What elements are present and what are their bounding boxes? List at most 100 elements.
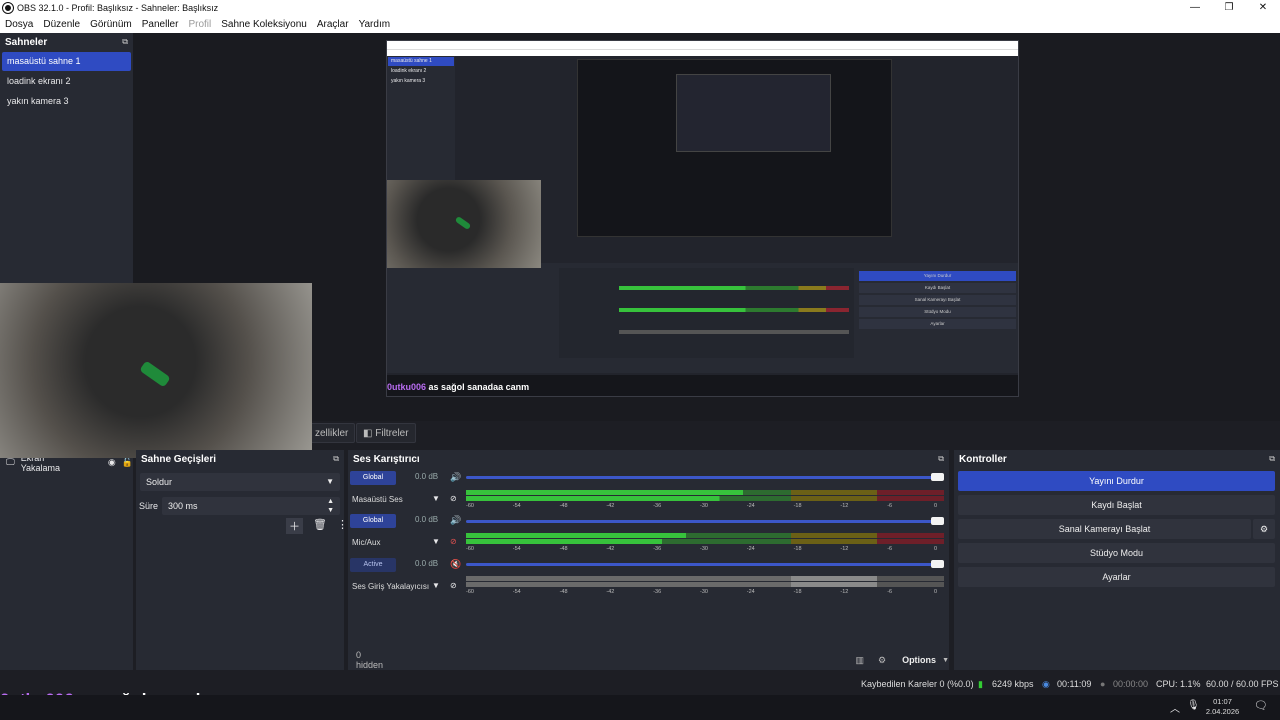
record-time: 00:00:00 [1113, 679, 1149, 689]
menu-sahne-koleksiyonu[interactable]: Sahne Koleksiyonu [221, 19, 307, 30]
visibility-eye-icon[interactable]: ◉ [108, 457, 116, 468]
meter-tick-label: -60 [466, 503, 474, 509]
add-transition-icon[interactable]: ＋ [286, 518, 303, 534]
menu-paneller[interactable]: Paneller [142, 19, 179, 30]
undock-icon[interactable]: ⧉ [938, 454, 944, 464]
mixer-db-3: 0.0 dB [415, 559, 439, 568]
tab-properties[interactable]: zellikler [308, 423, 356, 443]
meter-tick-label: -6 [887, 546, 893, 552]
menu-bar: Dosya Düzenle Görünüm Paneller Profil Sa… [0, 15, 1280, 33]
duration-spinbox[interactable]: 300 ms ▲ ▼ [162, 497, 340, 515]
mixer-db-2: 0.0 dB [415, 515, 439, 524]
start-virtual-camera-button[interactable]: Sanal Kamerayı Başlat [958, 519, 1251, 539]
lock-icon[interactable]: 🔓 [122, 457, 133, 468]
preview-chat-overlay: 0utku006 as sağol sanadaa canm [387, 382, 529, 392]
capture-nested-preview [577, 59, 892, 237]
volume-slider-1[interactable] [466, 476, 936, 479]
undock-icon[interactable]: ⧉ [333, 454, 339, 464]
chevron-down-icon[interactable]: ▼ [432, 494, 440, 503]
meter-tick-label: -60 [466, 546, 474, 552]
taskbar-date: 2.04.2026 [1205, 707, 1240, 716]
spin-arrows-icon[interactable]: ▲ ▼ [327, 497, 334, 515]
meter-tick-label: -30 [700, 546, 708, 552]
advanced-audio-icon[interactable]: ⚙ [878, 655, 886, 666]
monitor-off-icon[interactable]: ⊘ [450, 494, 457, 503]
volume-slider-3[interactable] [466, 563, 936, 566]
mixer-channel-name-1: Masaüstü Ses [352, 495, 403, 504]
capture-nested-mini [676, 74, 831, 152]
menu-duzenle[interactable]: Düzenle [43, 19, 80, 30]
transitions-title: Sahne Geçişleri [141, 453, 217, 465]
monitor-off-icon[interactable]: ⊘ [450, 581, 457, 590]
capture-meter-2 [619, 308, 849, 312]
maximize-button[interactable]: ❐ [1212, 0, 1246, 15]
transition-select[interactable]: Soldur ▼ [140, 473, 340, 491]
capture-meter-1 [619, 286, 849, 290]
mixer-badge-3[interactable]: Active [350, 558, 396, 572]
meter-scale-1: -60 -54 -48 -42 -36 -30 -24 -18 -12 -6 0 [466, 503, 944, 513]
scene-item-3[interactable]: yakın kamera 3 [2, 92, 131, 111]
chevron-down-icon[interactable]: ▼ [432, 537, 440, 546]
source-tabs-row: zellikler ◧ Filtreler [308, 421, 1280, 446]
capture-bottom-docks: Yayını Durdur Kaydı Başlat Sanal Kameray… [387, 263, 1018, 373]
scene-item-2[interactable]: loadink ekranı 2 [2, 72, 131, 91]
close-button[interactable]: ✕ [1246, 0, 1280, 15]
meter-tick-label: 0 [934, 589, 938, 595]
meter-scale-2: -60 -54 -48 -42 -36 -30 -24 -18 -12 -6 0 [466, 546, 944, 556]
chevron-down-icon[interactable]: ▼ [432, 581, 440, 590]
menu-profil[interactable]: Profil [188, 19, 211, 30]
audio-meter-2b [466, 539, 944, 544]
undock-icon[interactable]: ⧉ [122, 37, 128, 47]
volume-knob-2[interactable] [931, 517, 944, 525]
meter-tick-label: -18 [793, 546, 802, 552]
capture-scene-2: loadink ekranı 2 [391, 68, 427, 74]
layout-toggle-icon[interactable]: ▥ [855, 655, 864, 666]
minimize-button[interactable]: — [1178, 0, 1212, 15]
microphone-icon[interactable]: 🎙 [1187, 700, 1200, 711]
audio-meter-1b [466, 496, 944, 501]
preview-chat-message: as sağol sanadaa canm [428, 382, 530, 392]
scene-item-1[interactable]: masaüstü sahne 1 [2, 52, 131, 71]
mixer-badge-2[interactable]: Global [350, 514, 396, 528]
mixer-badge-1[interactable]: Global [350, 471, 396, 485]
fps: 60.00 / 60.00 FPS [1206, 679, 1279, 689]
meter-tick-label: -30 [700, 503, 708, 509]
mixer-channel-name-3: Ses Giriş Yakalayıcısı [352, 582, 430, 591]
meter-tick-label: -12 [840, 589, 849, 595]
volume-knob-1[interactable] [931, 473, 944, 481]
chevron-up-icon[interactable]: ︿ [1170, 700, 1180, 715]
settings-button[interactable]: Ayarlar [958, 567, 1275, 587]
remove-transition-icon[interactable]: 🗑 [313, 518, 327, 534]
audio-meter-2 [466, 533, 944, 538]
meter-tick-label: -42 [606, 589, 615, 595]
capture-titlebar [387, 41, 1018, 49]
speaker-icon[interactable]: 🔊 [450, 515, 461, 526]
meter-tick-label: -36 [653, 546, 662, 552]
notification-icon[interactable]: 🗨 [1254, 699, 1268, 712]
taskbar-clock[interactable]: 01:07 2.04.2026 [1200, 697, 1245, 717]
meter-tick-label: -6 [887, 503, 893, 509]
stop-stream-button[interactable]: Yayını Durdur [958, 471, 1275, 491]
menu-yardim[interactable]: Yardım [359, 19, 391, 30]
start-recording-button[interactable]: Kaydı Başlat [958, 495, 1275, 515]
volume-knob-3[interactable] [931, 560, 944, 568]
chevron-down-icon[interactable]: ▼ [942, 657, 949, 664]
speaker-icon[interactable]: 🔊 [450, 472, 461, 483]
more-options-icon[interactable]: ⋮ [337, 518, 348, 534]
menu-dosya[interactable]: Dosya [5, 19, 33, 30]
options-button[interactable]: Options [902, 655, 936, 665]
monitor-off-icon[interactable]: ⊘ [450, 537, 457, 546]
stream-icon: ◉ [1042, 679, 1050, 689]
undock-icon[interactable]: ⧉ [1269, 454, 1275, 464]
tab-filters[interactable]: ◧ Filtreler [356, 423, 416, 443]
scenes-header: Sahneler ⧉ [0, 33, 133, 51]
studio-mode-button[interactable]: Stüdyo Modu [958, 543, 1275, 563]
menu-araclar[interactable]: Araçlar [317, 19, 349, 30]
speaker-muted-icon[interactable]: 🔇 [450, 559, 461, 570]
volume-slider-2[interactable] [466, 520, 936, 523]
menu-gorunum[interactable]: Görünüm [90, 19, 132, 30]
window-title: OBS 32.1.0 - Profil: Başlıksız - Sahnele… [17, 2, 219, 13]
meter-tick-label: -36 [653, 503, 662, 509]
capture-mixer [559, 268, 854, 358]
virtual-camera-settings-icon[interactable]: ⚙ [1253, 519, 1275, 539]
